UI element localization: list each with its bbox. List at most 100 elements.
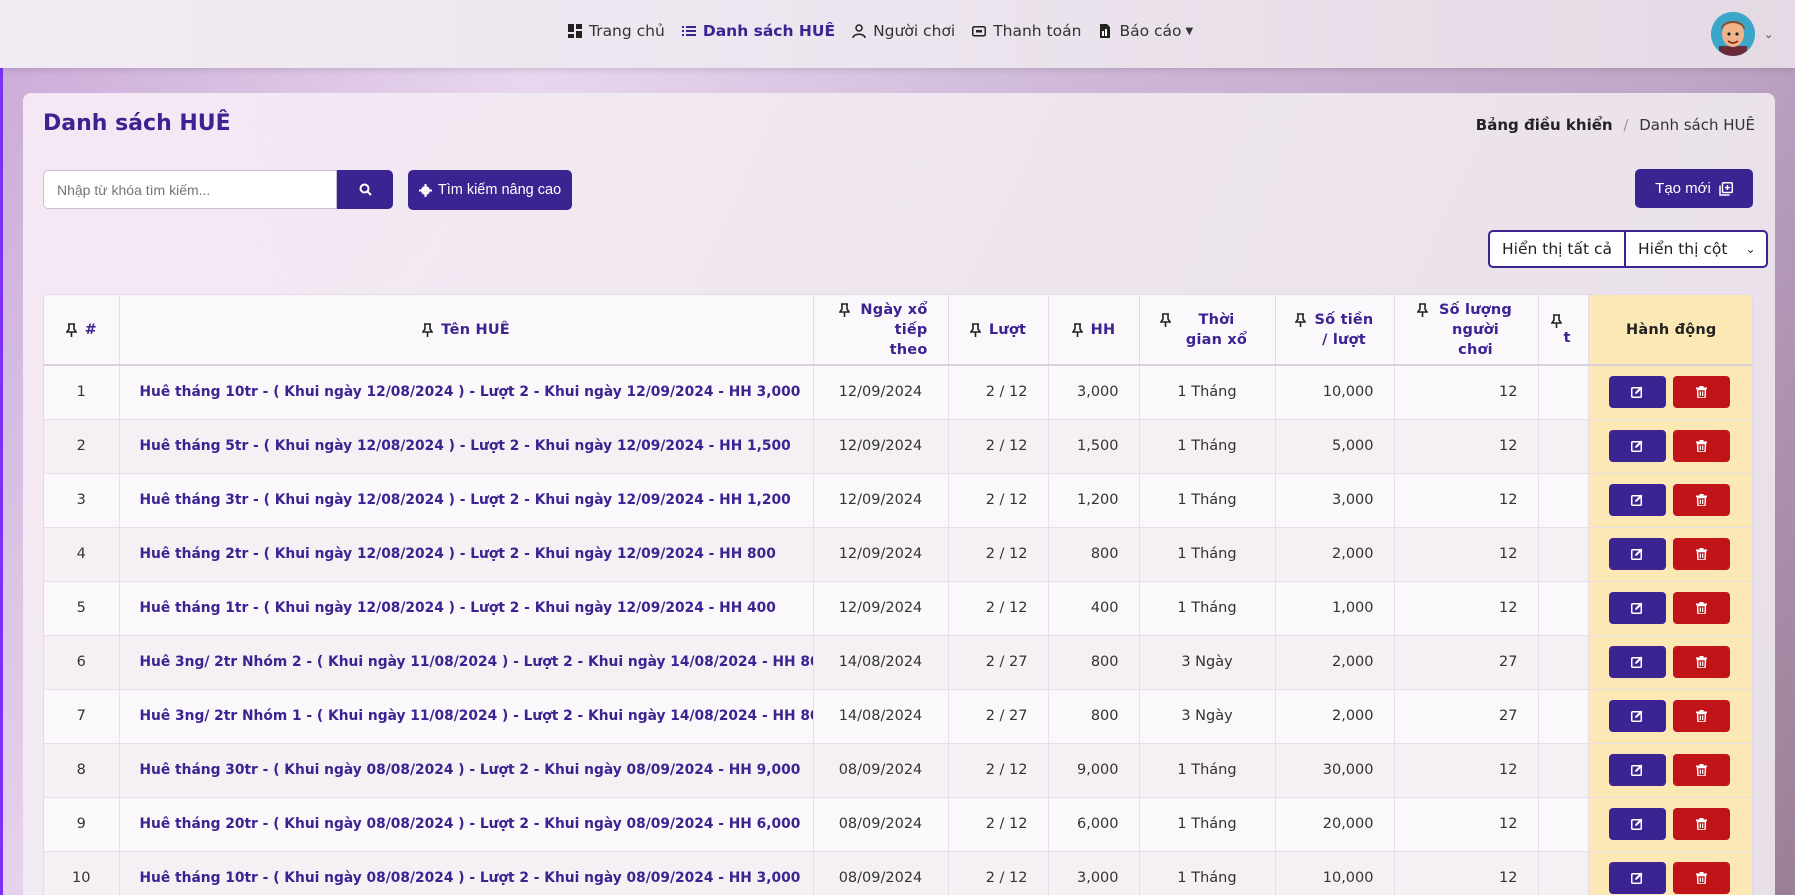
- cell-hh: 800: [1048, 527, 1140, 582]
- cell-name[interactable]: Huê 3ng/ 2tr Nhóm 1 - ( Khui ngày 11/08/…: [119, 689, 814, 744]
- edit-button[interactable]: [1608, 376, 1666, 409]
- pin-icon[interactable]: [838, 302, 850, 317]
- avatar[interactable]: [1711, 12, 1755, 56]
- column-header-players[interactable]: Số lượng người chơi: [1394, 295, 1539, 366]
- delete-button[interactable]: [1672, 376, 1730, 409]
- hue-table-container: # Tên HUÊ Ngày xổ tiếp theo Lượt HH Thời…: [43, 294, 1753, 895]
- row-actions: [1589, 484, 1753, 516]
- nav-item-payment[interactable]: Thanh toán: [972, 22, 1081, 40]
- cell-amount: 1,000: [1275, 581, 1395, 636]
- cell-actions: [1588, 851, 1752, 895]
- trash-icon: [1695, 710, 1707, 722]
- create-label: Tạo mới: [1655, 180, 1711, 197]
- edit-button[interactable]: [1608, 592, 1666, 624]
- cell-name[interactable]: Huê tháng 1tr - ( Khui ngày 12/08/2024 )…: [119, 581, 814, 636]
- cell-index: 7: [44, 689, 120, 744]
- edit-button[interactable]: [1608, 754, 1666, 786]
- cell-players: 27: [1394, 635, 1539, 690]
- trash-icon: [1695, 386, 1707, 399]
- edit-button[interactable]: [1608, 646, 1666, 678]
- search-input[interactable]: [43, 170, 337, 209]
- pin-icon[interactable]: [1160, 312, 1171, 327]
- nav-item-players[interactable]: Người chơi: [852, 22, 955, 40]
- edit-icon: [1631, 764, 1643, 776]
- edit-button[interactable]: [1608, 808, 1666, 840]
- column-header-index[interactable]: #: [44, 295, 120, 366]
- nav-label: Báo cáo: [1119, 22, 1182, 40]
- edit-button[interactable]: [1608, 862, 1666, 894]
- cell-actions: [1588, 743, 1752, 798]
- column-header-duration[interactable]: Thời gian xổ: [1139, 295, 1276, 366]
- edit-icon: [1631, 818, 1643, 830]
- delete-button[interactable]: [1672, 808, 1730, 840]
- delete-button[interactable]: [1672, 430, 1730, 462]
- delete-button[interactable]: [1672, 754, 1730, 786]
- delete-button[interactable]: [1672, 592, 1730, 624]
- delete-button[interactable]: [1672, 646, 1730, 678]
- cell-name[interactable]: Huê tháng 10tr - ( Khui ngày 12/08/2024 …: [119, 365, 814, 420]
- row-actions: [1589, 646, 1753, 678]
- advanced-search-button[interactable]: Tìm kiếm nâng cao: [408, 170, 572, 210]
- cell-name[interactable]: Huê 3ng/ 2tr Nhóm 2 - ( Khui ngày 11/08/…: [119, 635, 814, 690]
- chevron-down-icon: ▼: [1185, 25, 1194, 37]
- cell-hh: 3,000: [1048, 365, 1140, 420]
- content-card: Danh sách HUÊ Bảng điều khiển / Danh sác…: [23, 93, 1775, 895]
- nav-item-home[interactable]: Trang chủ: [568, 22, 665, 40]
- cell-players: 27: [1394, 689, 1539, 744]
- pin-icon[interactable]: [1071, 322, 1083, 337]
- show-columns-dropdown[interactable]: Hiển thị cột ⌄: [1626, 232, 1766, 266]
- search-button[interactable]: [337, 170, 393, 209]
- delete-button[interactable]: [1672, 484, 1730, 516]
- column-header-amount[interactable]: Số tiền / lượt: [1275, 295, 1395, 366]
- column-header-label: t: [1563, 329, 1571, 346]
- breadcrumb-item-dashboard[interactable]: Bảng điều khiển: [1476, 116, 1613, 134]
- row-actions: [1589, 808, 1753, 840]
- edit-button[interactable]: [1608, 484, 1666, 516]
- cell-index: 5: [44, 581, 120, 636]
- nav-label: Danh sách HUÊ: [702, 22, 836, 40]
- pin-icon[interactable]: [969, 322, 981, 337]
- cell-name[interactable]: Huê tháng 3tr - ( Khui ngày 12/08/2024 )…: [119, 473, 814, 528]
- pin-icon[interactable]: [1295, 312, 1306, 327]
- cell-name[interactable]: Huê tháng 10tr - ( Khui ngày 08/08/2024 …: [119, 851, 814, 895]
- nav-item-hue-list[interactable]: Danh sách HUÊ: [681, 22, 836, 40]
- view-options-group: Hiển thị tất cả Hiển thị cột ⌄: [1488, 230, 1768, 268]
- delete-button[interactable]: [1672, 538, 1730, 570]
- column-header-partial[interactable]: t: [1538, 295, 1589, 366]
- cell-index: 9: [44, 797, 120, 852]
- show-all-button[interactable]: Hiển thị tất cả: [1490, 232, 1626, 266]
- cell-name[interactable]: Huê tháng 2tr - ( Khui ngày 12/08/2024 )…: [119, 527, 814, 582]
- column-header-turn[interactable]: Lượt: [948, 295, 1049, 366]
- cell-hh: 800: [1048, 689, 1140, 744]
- delete-button[interactable]: [1672, 700, 1730, 732]
- pin-icon[interactable]: [65, 322, 77, 337]
- nav-item-report[interactable]: Báo cáo ▼: [1098, 22, 1193, 40]
- edit-button[interactable]: [1608, 700, 1666, 732]
- pin-icon[interactable]: [422, 322, 434, 337]
- column-header-label: Ngày xổ tiếp theo: [860, 301, 928, 358]
- row-actions: [1589, 376, 1753, 409]
- wallet-icon: [972, 26, 987, 37]
- cell-actions: [1588, 527, 1752, 582]
- table-row: 1 Huê tháng 10tr - ( Khui ngày 12/08/2024…: [44, 365, 1753, 420]
- column-header-label: #: [84, 321, 97, 338]
- cell-name[interactable]: Huê tháng 30tr - ( Khui ngày 08/08/2024 …: [119, 743, 814, 798]
- cell-next-draw: 14/08/2024: [813, 635, 949, 690]
- create-button[interactable]: Tạo mới: [1635, 169, 1753, 208]
- pin-icon[interactable]: [1550, 313, 1562, 328]
- column-header-hh[interactable]: HH: [1048, 295, 1140, 366]
- table-row: 7 Huê 3ng/ 2tr Nhóm 1 - ( Khui ngày 11/08…: [44, 689, 1752, 744]
- column-header-name[interactable]: Tên HUÊ: [119, 295, 814, 366]
- edit-button[interactable]: [1608, 430, 1666, 462]
- cell-partial: [1538, 473, 1589, 528]
- cell-duration: 1 Tháng: [1139, 743, 1276, 798]
- cell-hh: 6,000: [1048, 797, 1140, 852]
- cell-next-draw: 08/09/2024: [813, 851, 949, 895]
- delete-button[interactable]: [1672, 862, 1730, 894]
- cell-name[interactable]: Huê tháng 20tr - ( Khui ngày 08/08/2024 …: [119, 797, 814, 852]
- edit-button[interactable]: [1608, 538, 1666, 570]
- pin-icon[interactable]: [1416, 302, 1428, 317]
- column-header-next-draw[interactable]: Ngày xổ tiếp theo: [813, 295, 949, 366]
- cell-name[interactable]: Huê tháng 5tr - ( Khui ngày 12/08/2024 )…: [119, 419, 814, 474]
- chevron-down-icon[interactable]: ⌄: [1764, 28, 1773, 41]
